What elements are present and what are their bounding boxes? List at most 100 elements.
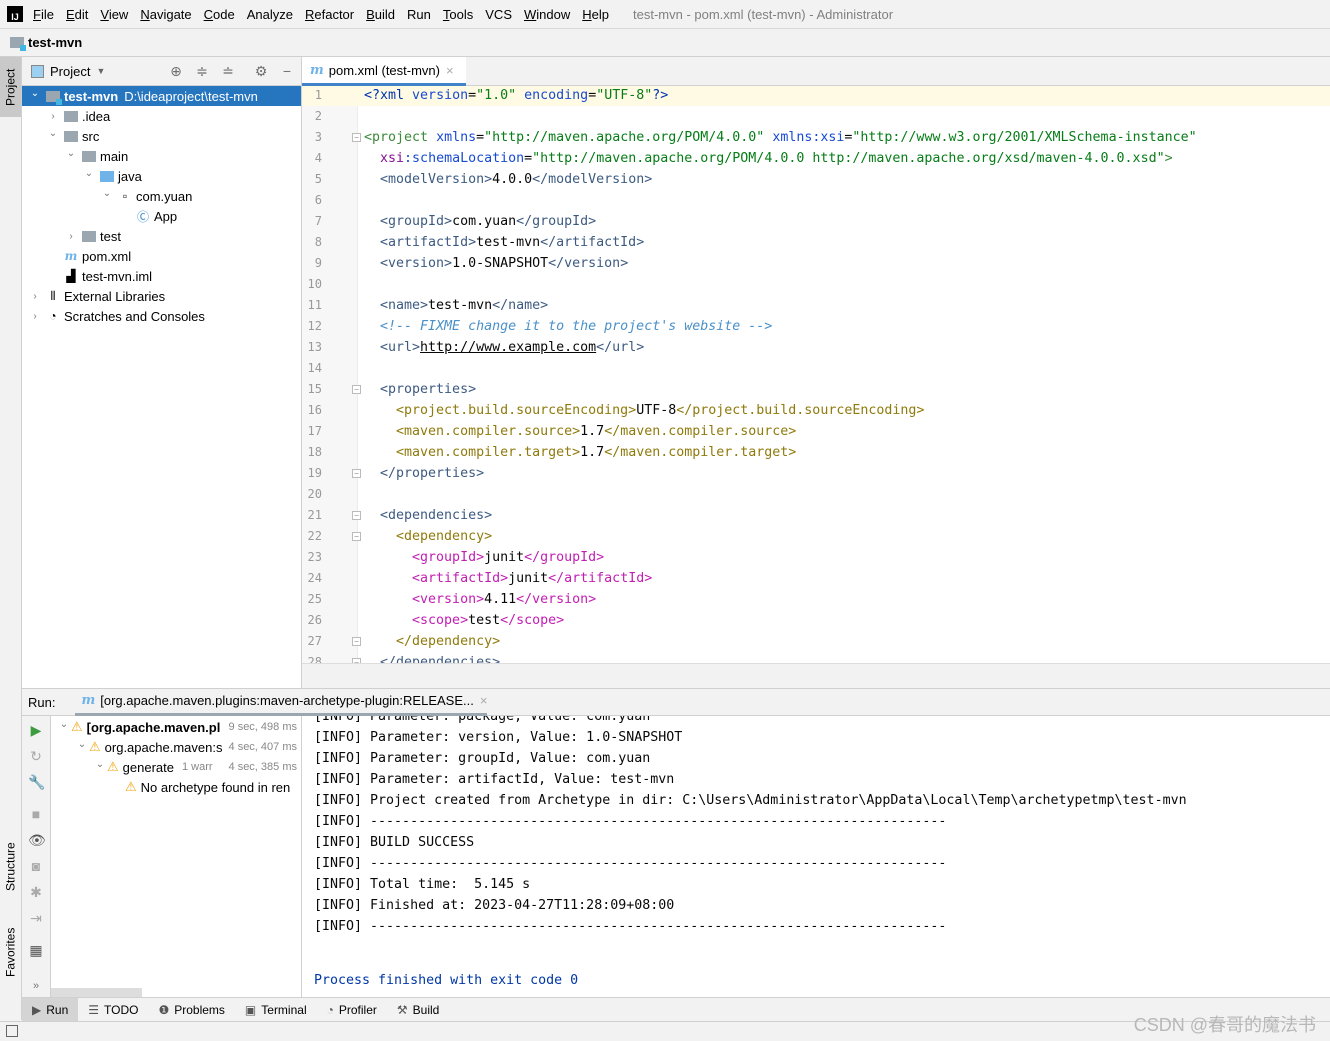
tree-item[interactable]: › ◔ Scratches and Consoles [22,306,301,326]
menu-run[interactable]: Run [407,7,431,22]
menu-build[interactable]: Build [366,7,395,22]
tool-button-run[interactable]: ▶ Run [22,998,79,1021]
code-line[interactable]: 19 − </properties> [302,463,1330,484]
minimize-icon[interactable]: − [279,63,295,79]
project-view-selector[interactable]: Project [50,64,90,79]
tree-item[interactable]: › .idea [22,106,301,126]
chevron-down-icon[interactable]: ⌄ [28,88,42,99]
menu-window[interactable]: Window [524,7,570,22]
fold-marker-icon[interactable]: − [352,637,361,646]
run-tree-item[interactable]: ⌄ ⚠ generate 1 warr 4 sec, 385 ms [51,757,301,777]
layout-icon[interactable]: ▦ [28,942,44,958]
tool-button-profiler[interactable]: ◔ Profiler [317,998,387,1021]
code-line[interactable]: 17 <maven.compiler.source>1.7</maven.com… [302,421,1330,442]
tree-item[interactable]: Ⓒ App [22,206,301,226]
menu-help[interactable]: Help [582,7,609,22]
code-line[interactable]: 10 [302,274,1330,295]
debug-icon[interactable]: ✱ [28,884,44,900]
code-line[interactable]: 21 − <dependencies> [302,505,1330,526]
code-line[interactable]: 2 [302,106,1330,127]
chevron-down-icon[interactable]: ⌄ [75,739,89,750]
breadcrumb-project[interactable]: test-mvn [28,35,82,50]
code-line[interactable]: 7 <groupId>com.yuan</groupId> [302,211,1330,232]
code-line[interactable]: 15 − <properties> [302,379,1330,400]
menu-file[interactable]: File [33,7,54,22]
chevron-down-icon[interactable]: ⌄ [82,168,96,179]
tree-item[interactable]: ⌄ ▫ com.yuan [22,186,301,206]
tree-item[interactable]: › test [22,226,301,246]
fold-marker-icon[interactable]: − [352,532,361,541]
chevron-right-icon[interactable]: › [28,311,42,322]
menu-edit[interactable]: Edit [66,7,88,22]
close-icon[interactable]: × [480,693,488,708]
menu-analyze[interactable]: Analyze [247,7,293,22]
code-line[interactable]: 9 <version>1.0-SNAPSHOT</version> [302,253,1330,274]
code-line[interactable]: 28− </dependencies> [302,652,1330,663]
camera-icon[interactable]: ◙ [28,858,44,874]
chevron-down-icon[interactable]: ⌄ [64,148,78,159]
tree-item[interactable]: ⌄ src [22,126,301,146]
code-line[interactable]: 22 − <dependency> [302,526,1330,547]
tool-button-terminal[interactable]: ▣ Terminal [235,998,317,1021]
code-line[interactable]: 6 [302,190,1330,211]
run-tree-item[interactable]: ⚠ No archetype found in ren [51,777,301,797]
tree-item[interactable]: ⌄ java [22,166,301,186]
chevron-down-icon[interactable]: ⌄ [57,719,71,730]
chevron-down-icon[interactable]: ⌄ [93,759,107,770]
tool-tab-structure[interactable]: Structure [0,827,21,907]
stop-icon[interactable]: ■ [28,806,44,822]
code-line[interactable]: 14 [302,358,1330,379]
chevron-down-icon[interactable]: ▼ [96,66,105,76]
menu-code[interactable]: Code [204,7,235,22]
code-line[interactable]: 20 [302,484,1330,505]
code-line[interactable]: 12 <!-- FIXME change it to the project's… [302,316,1330,337]
toggle-tool-windows-icon[interactable] [6,1025,18,1037]
tree-item[interactable]: ⌄ main [22,146,301,166]
menu-view[interactable]: View [100,7,128,22]
tree-item[interactable]: ⌄ test-mvn D:\ideaproject\test-mvn [22,86,301,106]
fold-marker-icon[interactable]: − [352,469,361,478]
code-line[interactable]: 23 <groupId>junit</groupId> [302,547,1330,568]
fold-marker-icon[interactable]: − [352,133,361,142]
code-line[interactable]: 1 <?xml version="1.0" encoding="UTF-8"?> [302,86,1330,106]
console-output[interactable]: [INFO] Parameter: package, Value: com.yu… [302,716,1330,997]
code-line[interactable]: 3 − <project xmlns="http://maven.apache.or… [302,127,1330,148]
horizontal-scrollbar[interactable] [51,988,142,997]
code-line[interactable]: 4 xsi:schemaLocation="http://maven.apach… [302,148,1330,169]
tab-pom-xml[interactable]: m pom.xml (test-mvn) × [302,57,466,86]
tool-button-problems[interactable]: ❶ Problems [148,998,234,1021]
tool-tab-project[interactable]: Project [0,57,21,117]
close-icon[interactable]: × [446,63,454,78]
code-line[interactable]: 27 − </dependency> [302,631,1330,652]
rerun-failed-icon[interactable]: ↻ [28,748,44,764]
fold-marker-icon[interactable]: − [352,511,361,520]
chevron-right-icon[interactable]: › [64,231,78,242]
eye-icon[interactable]: 👁 [28,832,46,848]
code-line[interactable]: 18 <maven.compiler.target>1.7</maven.com… [302,442,1330,463]
code-line[interactable]: 24 <artifactId>junit</artifactId> [302,568,1330,589]
fold-marker-icon[interactable]: − [352,385,361,394]
code-editor[interactable]: 1 <?xml version="1.0" encoding="UTF-8"?> 2… [302,86,1330,663]
code-line[interactable]: 16 <project.build.sourceEncoding>UTF-8</… [302,400,1330,421]
tool-button-build[interactable]: ⚒ Build [387,998,449,1021]
chevron-down-icon[interactable]: ⌄ [100,188,114,199]
import-icon[interactable]: ⇥ [28,910,44,926]
code-line[interactable]: 13 <url>http://www.example.com</url> [302,337,1330,358]
chevron-right-icon[interactable]: › [46,111,60,122]
code-line[interactable]: 11 <name>test-mvn</name> [302,295,1330,316]
gear-icon[interactable]: ⚙ [253,63,269,79]
locate-icon[interactable]: ⊕ [168,63,184,79]
tool-tab-favorites[interactable]: Favorites [0,917,21,987]
tree-item[interactable]: ▟ test-mvn.iml [22,266,301,286]
collapse-all-icon[interactable]: ≐ [220,63,236,79]
chevron-right-icon[interactable]: › [28,291,42,302]
code-line[interactable]: 26 <scope>test</scope> [302,610,1330,631]
run-tree-item[interactable]: ⌄ ⚠ org.apache.maven:s 4 sec, 407 ms [51,737,301,757]
tree-item[interactable]: m pom.xml [22,246,301,266]
rerun-icon[interactable]: ▶ [28,722,44,738]
expand-all-icon[interactable]: ≑ [194,63,210,79]
menu-refactor[interactable]: Refactor [305,7,354,22]
tree-item[interactable]: › ⫴ External Libraries [22,286,301,306]
run-tree-item[interactable]: ⌄ ⚠ [org.apache.maven.pl 9 sec, 498 ms [51,717,301,737]
more-icon[interactable]: » [28,978,44,994]
